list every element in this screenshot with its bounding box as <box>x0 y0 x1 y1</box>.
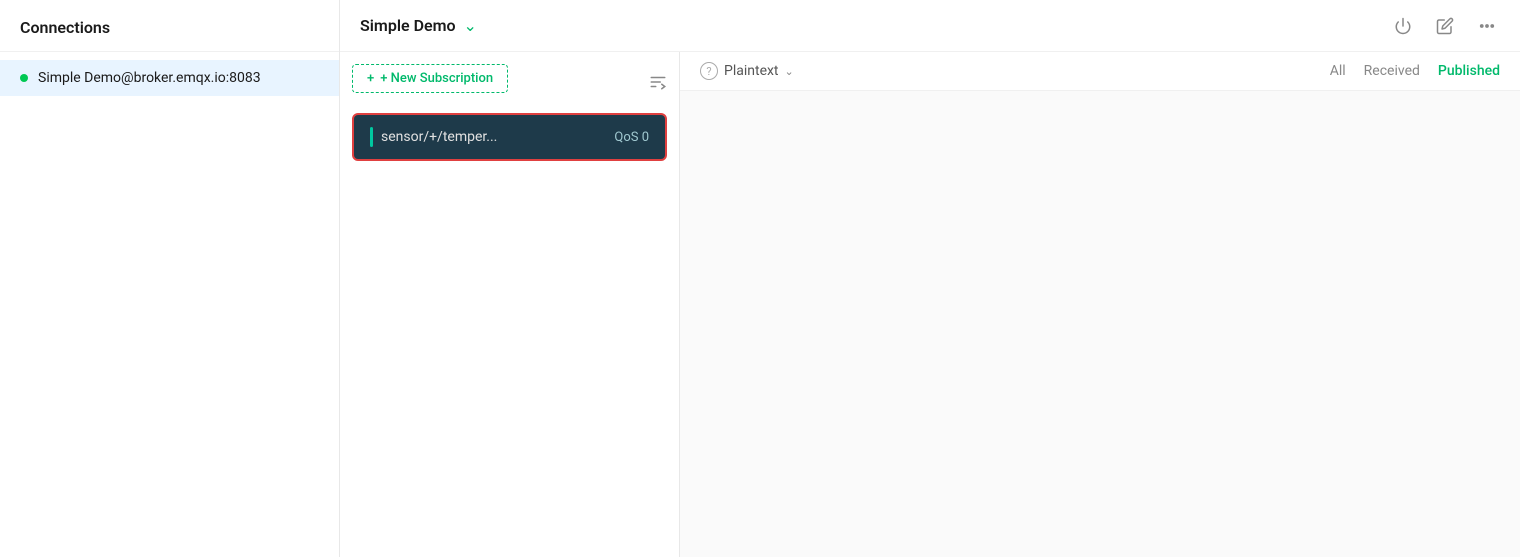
filter-icon[interactable] <box>649 73 667 95</box>
sidebar-title: Connections <box>20 18 110 37</box>
subscription-card-left: sensor/+/temper... <box>370 127 497 147</box>
main-area: Simple Demo ⌄ <box>340 0 1520 557</box>
sidebar: Connections Simple Demo@broker.emqx.io:8… <box>0 0 340 557</box>
subscription-qos: QoS 0 <box>614 130 649 145</box>
more-options-button[interactable] <box>1474 13 1500 39</box>
filter-tabs: All Received Published <box>1330 63 1500 79</box>
sidebar-item-simple-demo[interactable]: Simple Demo@broker.emqx.io:8083 <box>0 60 339 96</box>
sidebar-header: Connections <box>0 0 339 52</box>
sidebar-item-label: Simple Demo@broker.emqx.io:8083 <box>38 70 261 86</box>
subscription-area: + + New Subscription sensor/+/temper.. <box>340 52 680 557</box>
connection-status-dot <box>20 74 28 82</box>
plus-icon: + <box>367 71 374 86</box>
tab-all[interactable]: All <box>1330 63 1346 79</box>
message-panel: ? Plaintext ⌄ All Received Published <box>680 52 1520 557</box>
new-subscription-button[interactable]: + + New Subscription <box>352 64 508 93</box>
power-button[interactable] <box>1390 13 1416 39</box>
topbar-title: Simple Demo <box>360 16 456 35</box>
tab-received[interactable]: Received <box>1364 63 1420 79</box>
content-row: + + New Subscription sensor/+/temper.. <box>340 52 1520 557</box>
plaintext-button[interactable]: ? Plaintext ⌄ <box>700 62 794 80</box>
subscription-topic: sensor/+/temper... <box>381 129 497 145</box>
tab-published[interactable]: Published <box>1438 63 1500 79</box>
plaintext-label: Plaintext <box>724 63 779 79</box>
topbar: Simple Demo ⌄ <box>340 0 1520 52</box>
plaintext-icon: ? <box>700 62 718 80</box>
subscription-card[interactable]: sensor/+/temper... QoS 0 <box>352 113 667 161</box>
new-subscription-label: + New Subscription <box>380 71 493 86</box>
message-content-area <box>680 91 1520 557</box>
new-sub-btn-row: + + New Subscription <box>352 64 667 103</box>
subscription-indicator <box>370 127 373 147</box>
topbar-left: Simple Demo ⌄ <box>360 16 477 35</box>
sidebar-list: Simple Demo@broker.emqx.io:8083 <box>0 52 339 104</box>
message-toolbar: ? Plaintext ⌄ All Received Published <box>680 52 1520 91</box>
edit-button[interactable] <box>1432 13 1458 39</box>
topbar-right <box>1390 13 1500 39</box>
plaintext-chevron-icon: ⌄ <box>785 65 794 78</box>
chevron-down-icon[interactable]: ⌄ <box>464 16 477 35</box>
